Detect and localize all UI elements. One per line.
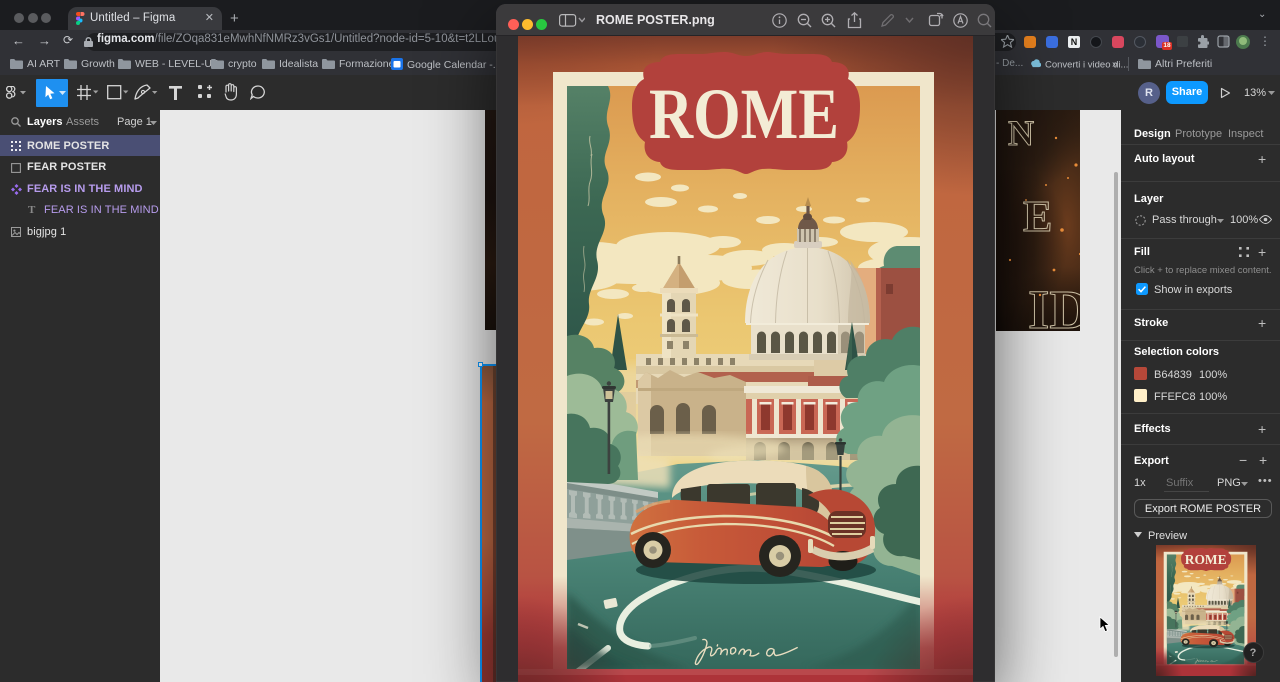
svg-text:ID: ID xyxy=(1028,279,1080,331)
svg-text:N: N xyxy=(1008,113,1034,153)
svg-text:E: E xyxy=(1023,192,1052,241)
